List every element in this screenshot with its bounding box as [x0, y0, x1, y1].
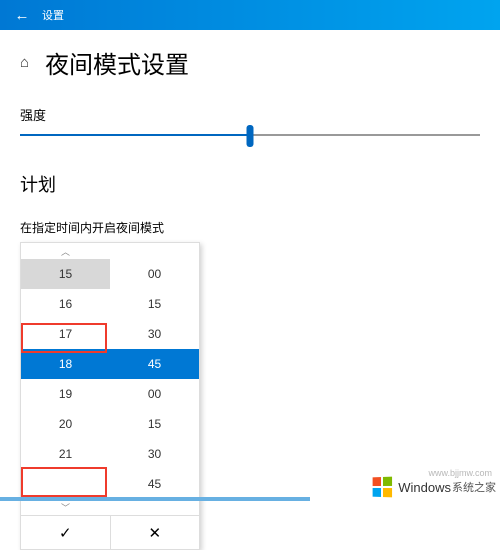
strength-slider[interactable]: [20, 134, 480, 136]
home-icon[interactable]: ⌂: [20, 54, 29, 71]
minute-option[interactable]: 15: [110, 409, 199, 439]
minute-option[interactable]: 00: [110, 379, 199, 409]
cancel-button[interactable]: ✕: [111, 516, 200, 549]
hour-option[interactable]: 19: [21, 379, 110, 409]
hour-scroll-up[interactable]: ︿: [21, 243, 110, 259]
back-button[interactable]: ←: [10, 3, 34, 27]
window-title: 设置: [42, 7, 64, 23]
windows-logo-icon: [372, 476, 393, 499]
minute-option[interactable]: 00: [110, 259, 199, 289]
minute-option[interactable]: 45: [110, 349, 199, 379]
hour-scroll-down[interactable]: ﹀: [21, 499, 110, 515]
minute-option[interactable]: 30: [110, 439, 199, 469]
schedule-label: 在指定时间内开启夜间模式: [20, 219, 480, 236]
slider-fill: [20, 134, 250, 136]
strength-label: 强度: [20, 105, 480, 124]
hour-option[interactable]: 15: [21, 259, 110, 289]
picker-scroll-up-row: ︿: [21, 243, 199, 259]
minute-option[interactable]: 15: [110, 289, 199, 319]
page-title: 夜间模式设置: [45, 45, 189, 80]
hour-option[interactable]: 18: [21, 349, 110, 379]
watermark: Windows 系统之家: [371, 476, 496, 498]
hour-option[interactable]: 17: [21, 319, 110, 349]
minute-option[interactable]: 30: [110, 319, 199, 349]
time-picker: ︿ 15161718192021 0015304500153045 ﹀ ✓ ✕: [20, 242, 200, 550]
bottom-accent: [0, 497, 310, 501]
schedule-title: 计划: [20, 171, 480, 197]
minute-spacer: [110, 243, 199, 259]
slider-thumb[interactable]: [247, 125, 254, 147]
minute-column[interactable]: 0015304500153045: [110, 259, 199, 499]
watermark-brand: Windows: [398, 480, 451, 495]
picker-scroll-down-row: ﹀: [21, 499, 199, 515]
hour-option[interactable]: 21: [21, 439, 110, 469]
back-arrow-icon: ←: [15, 7, 30, 24]
minute-option[interactable]: 45: [110, 469, 199, 499]
accept-button[interactable]: ✓: [21, 516, 111, 549]
hour-option[interactable]: 16: [21, 289, 110, 319]
titlebar: ← 设置: [0, 0, 500, 30]
minute-spacer2: [110, 499, 199, 515]
hour-option[interactable]: [21, 469, 110, 499]
hour-option[interactable]: 20: [21, 409, 110, 439]
hour-column[interactable]: 15161718192021: [21, 259, 110, 499]
watermark-suffix: 系统之家: [452, 479, 496, 495]
page-header: ⌂ 夜间模式设置: [0, 30, 500, 105]
